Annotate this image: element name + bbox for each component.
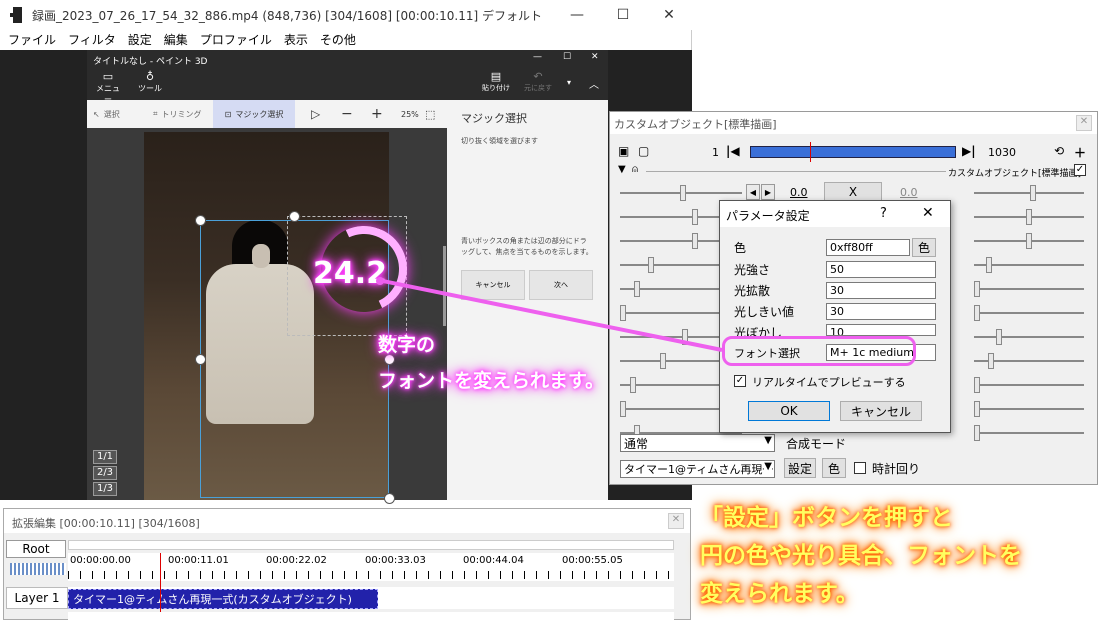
annotation-font-line2: フォントを変えられます。 [378, 370, 605, 392]
ruler-time-2: 00:00:22.02 [266, 555, 327, 566]
annotation-settings-line3: 変えられます。 [700, 581, 859, 607]
ruler-time-0: 00:00:00.00 [70, 555, 131, 566]
audio-wave-icon [10, 563, 66, 575]
ruler-time-3: 00:00:33.03 [365, 555, 426, 566]
annotation-settings-line2: 円の色や光り具合、フォントを [700, 543, 1022, 569]
timeline-title: 拡張編集 [00:00:10.11] [304/1608] [12, 517, 200, 530]
ruler-time-4: 00:00:44.04 [463, 555, 524, 566]
callout-dot [376, 277, 384, 285]
time-ruler: 00:00:00.00 00:00:11.01 00:00:22.02 00:0… [68, 553, 674, 581]
ruler-time-1: 00:00:11.01 [168, 555, 229, 566]
ruler-ticks [68, 571, 674, 579]
timeline-scroll[interactable] [68, 540, 674, 550]
timeline-window: 拡張編集 [00:00:10.11] [304/1608] ✕ Root 00:… [3, 508, 691, 621]
layer-label[interactable]: Layer 1 [6, 587, 68, 609]
close-icon[interactable]: ✕ [668, 513, 684, 529]
annotation-font-line1: 数字の [378, 334, 436, 356]
playhead[interactable] [160, 553, 161, 621]
timeline-title-bar: 拡張編集 [00:00:10.11] [304/1608] ✕ [4, 509, 690, 533]
timeline-clip[interactable]: タイマー1@ティムさん再現一式(カスタムオブジェクト) [68, 589, 378, 609]
ruler-time-5: 00:00:55.05 [562, 555, 623, 566]
annotation-settings-line1: 「設定」ボタンを押すと [700, 505, 953, 531]
root-label[interactable]: Root [6, 540, 66, 558]
